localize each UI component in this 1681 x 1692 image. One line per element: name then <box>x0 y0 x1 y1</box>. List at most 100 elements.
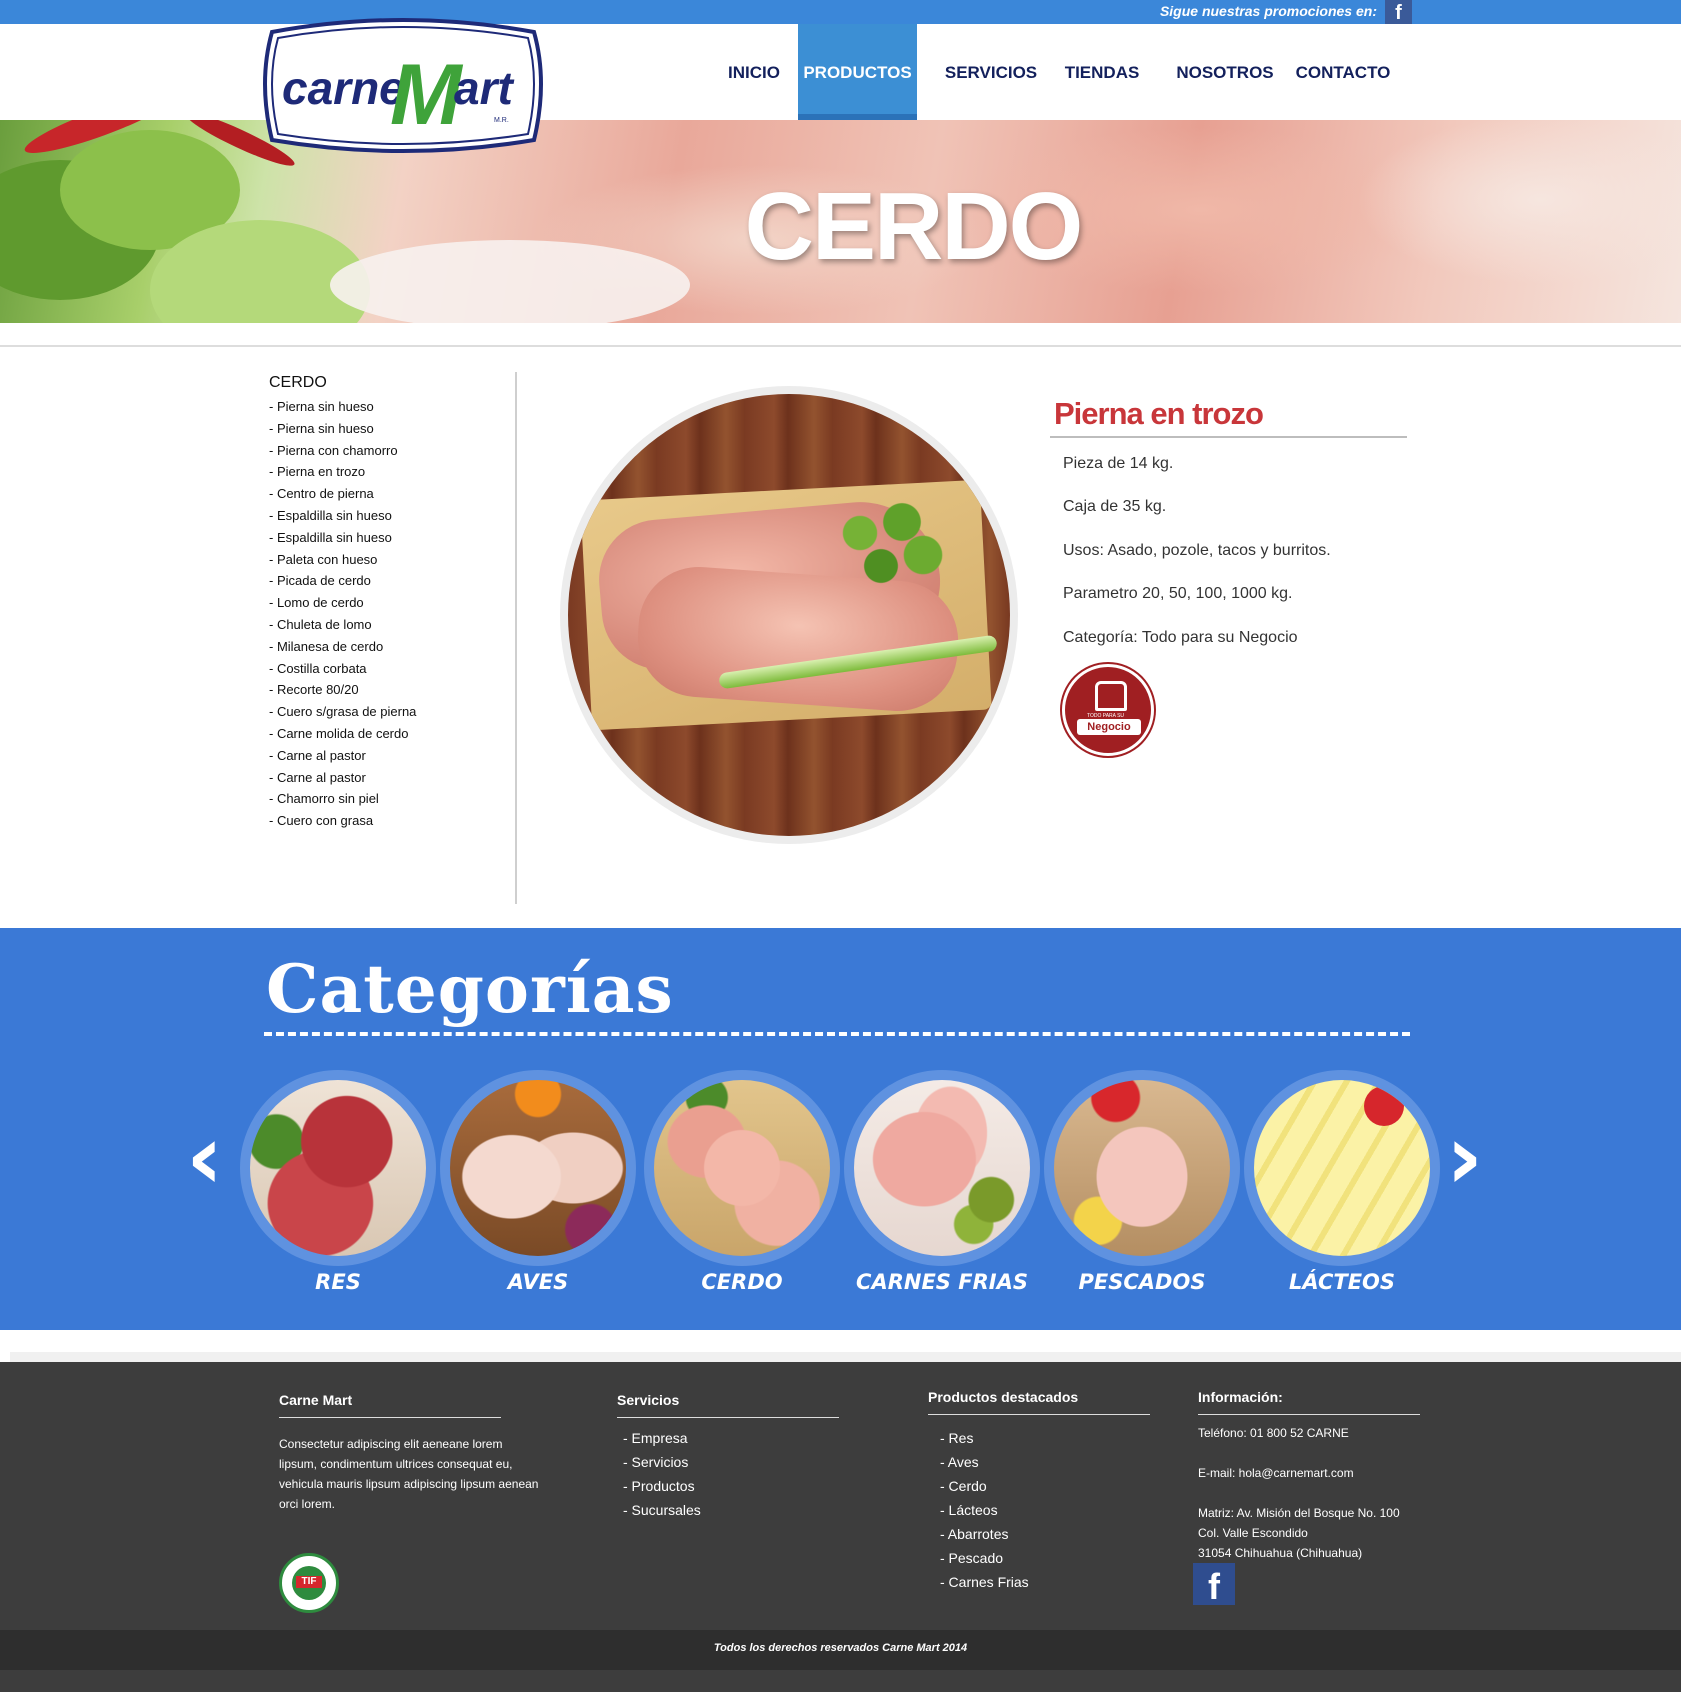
copyright-bar: Todos los derechos reservados Carne Mart… <box>0 1630 1681 1670</box>
main-nav: INICIO PRODUCTOS SERVICIOS TIENDAS NOSOT… <box>0 24 1681 120</box>
footer-col-info: Información: Teléfono: 01 800 52 CARNE E… <box>1198 1389 1448 1563</box>
section-divider <box>0 345 1681 347</box>
footer-col-productos: Productos destacados - Res - Aves - Cerd… <box>928 1389 1158 1594</box>
logo-text-m: M <box>390 47 464 143</box>
sidebar-item[interactable]: - Carne molida de cerdo <box>269 723 416 745</box>
footer-link[interactable]: - Cerdo <box>940 1474 1158 1498</box>
footer-link[interactable]: - Abarrotes <box>940 1522 1158 1546</box>
top-bar: Sigue nuestras promociones en: f <box>0 0 1681 24</box>
negocio-badge-icon[interactable]: TODO PARA SU Negocio <box>1062 664 1154 756</box>
sidebar-item[interactable]: - Carne al pastor <box>269 767 416 789</box>
footer-col-about: Carne Mart Consectetur adipiscing elit a… <box>279 1392 539 1514</box>
tif-seal-icon: TIF <box>279 1553 339 1613</box>
facebook-icon[interactable]: f <box>1385 0 1412 24</box>
sidebar-item[interactable]: - Cuero con grasa <box>269 810 416 832</box>
footer-col-rule <box>928 1414 1150 1415</box>
hero-title: CERDO <box>744 173 1084 280</box>
footer-link[interactable]: - Aves <box>940 1450 1158 1474</box>
nav-servicios[interactable]: SERVICIOS <box>935 24 1047 120</box>
footer-col-rule <box>617 1417 839 1418</box>
footer-link[interactable]: - Lácteos <box>940 1498 1158 1522</box>
category-image <box>1054 1080 1230 1256</box>
footer-link[interactable]: - Servicios <box>623 1450 847 1474</box>
product-photo <box>568 394 1010 836</box>
sidebar-item[interactable]: - Recorte 80/20 <box>269 679 416 701</box>
promo-text: Sigue nuestras promociones en: <box>1159 3 1377 19</box>
sidebar-separator <box>515 372 517 904</box>
footer-link[interactable]: - Pescado <box>940 1546 1158 1570</box>
nav-contacto[interactable]: CONTACTO <box>1290 24 1396 120</box>
sidebar-item[interactable]: - Pierna en trozo <box>269 461 416 483</box>
sidebar-item[interactable]: - Milanesa de cerdo <box>269 636 416 658</box>
sidebar-item[interactable]: - Cuero s/grasa de pierna <box>269 701 416 723</box>
sidebar-item[interactable]: - Chuleta de lomo <box>269 614 416 636</box>
sidebar-item[interactable]: - Centro de pierna <box>269 483 416 505</box>
footer-link[interactable]: - Productos <box>623 1474 847 1498</box>
footer-address-line: 31054 Chihuahua (Chihuahua) <box>1198 1546 1363 1560</box>
nav-inicio[interactable]: INICIO <box>716 24 792 120</box>
category-label: AVES <box>507 1270 569 1294</box>
facebook-icon[interactable]: f <box>1193 1563 1235 1607</box>
nav-nosotros[interactable]: NOSOTROS <box>1170 24 1280 120</box>
footer-productos-list: - Res - Aves - Cerdo - Lácteos - Abarrot… <box>928 1426 1158 1594</box>
nav-tiendas[interactable]: TIENDAS <box>1056 24 1148 120</box>
tif-label: TIF <box>296 1576 322 1588</box>
footer-email[interactable]: E-mail: hola@carnemart.com <box>1198 1463 1448 1483</box>
footer-col-title: Productos destacados <box>928 1389 1079 1405</box>
sidebar-item[interactable]: - Costilla corbata <box>269 658 416 680</box>
footer-about-text: Consectetur adipiscing elit aeneane lore… <box>279 1437 539 1511</box>
category-image <box>854 1080 1030 1256</box>
footer-link[interactable]: - Sucursales <box>623 1498 847 1522</box>
product-detail: Caja de 35 kg. <box>1063 498 1167 515</box>
product-detail: Pieza de 14 kg. <box>1063 455 1174 472</box>
product-title: Pierna en trozo <box>1054 396 1264 431</box>
sidebar-item[interactable]: - Carne al pastor <box>269 745 416 767</box>
nav-productos[interactable]: PRODUCTOS <box>798 24 917 120</box>
product-detail: Parametro 20, 50, 100, 1000 kg. <box>1063 585 1293 602</box>
categories-section: Categorías ‹ › RES AVES CERDO CARNES FRI… <box>0 928 1681 1330</box>
product-detail: Categoría: Todo para su Negocio <box>1063 629 1298 646</box>
category-image <box>450 1080 626 1256</box>
product-detail: Usos: Asado, pozole, tacos y burritos. <box>1063 542 1331 559</box>
carnemart-logo[interactable]: carne M art M.R. <box>258 12 548 162</box>
category-image <box>250 1080 426 1256</box>
category-image <box>654 1080 830 1256</box>
footer-address-line: Matriz: Av. Misión del Bosque No. 100 <box>1198 1506 1400 1520</box>
chevron-left-icon[interactable]: ‹ <box>186 1113 223 1203</box>
footer-col-rule <box>279 1417 501 1418</box>
footer-col-rule <box>1198 1414 1420 1415</box>
footer-link[interactable]: - Res <box>940 1426 1158 1450</box>
categories-title: Categorías <box>266 950 674 1028</box>
footer-phone: Teléfono: 01 800 52 CARNE <box>1198 1426 1349 1440</box>
parsley <box>818 489 958 599</box>
sidebar-title: CERDO <box>269 374 327 391</box>
footer-link[interactable]: - Carnes Frias <box>940 1570 1158 1594</box>
category-image <box>1254 1080 1430 1256</box>
category-label: LÁCTEOS <box>1288 1270 1396 1294</box>
footer-col-title: Servicios <box>617 1392 680 1408</box>
chevron-right-icon[interactable]: › <box>1446 1113 1483 1203</box>
footer-servicios-list: - Empresa - Servicios - Productos - Sucu… <box>617 1426 847 1522</box>
logo-mark: M.R. <box>494 117 509 124</box>
logo-text-carne: carne <box>282 62 405 114</box>
footer-col-servicios: Servicios - Empresa - Servicios - Produc… <box>617 1392 847 1522</box>
categories-dashed-rule <box>264 1032 1410 1036</box>
footer-col-title: Información: <box>1198 1389 1283 1405</box>
svg-text:art: art <box>454 62 514 114</box>
sidebar-item[interactable]: - Espaldilla sin hueso <box>269 527 416 549</box>
footer-link[interactable]: - Empresa <box>623 1426 847 1450</box>
footer-address-line: Col. Valle Escondido <box>1198 1526 1308 1540</box>
sidebar-item[interactable]: - Pierna sin hueso <box>269 418 416 440</box>
site-footer: Carne Mart Consectetur adipiscing elit a… <box>0 1362 1681 1630</box>
chef-hat-icon <box>1095 681 1127 711</box>
tomato-decoration <box>1364 1086 1404 1126</box>
sidebar-item[interactable]: - Pierna con chamorro <box>269 440 416 462</box>
sidebar-item[interactable]: - Chamorro sin piel <box>269 788 416 810</box>
hero-banner: CERDO <box>0 120 1681 323</box>
sidebar-item[interactable]: - Picada de cerdo <box>269 570 416 592</box>
sidebar-item[interactable]: - Espaldilla sin hueso <box>269 505 416 527</box>
sidebar-item[interactable]: - Pierna sin hueso <box>269 396 416 418</box>
sidebar-item[interactable]: - Paleta con hueso <box>269 549 416 571</box>
sidebar-item[interactable]: - Lomo de cerdo <box>269 592 416 614</box>
copyright-text: Todos los derechos reservados Carne Mart… <box>713 1642 968 1654</box>
